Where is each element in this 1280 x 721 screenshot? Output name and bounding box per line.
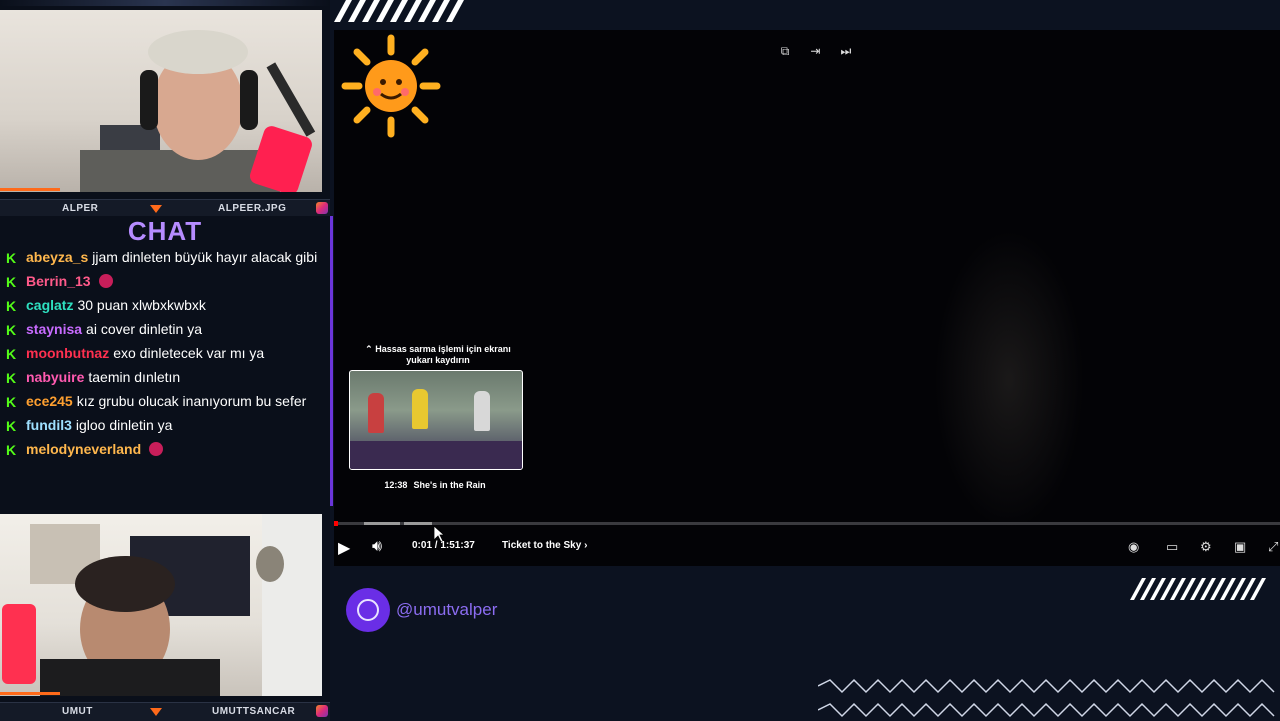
chat-username[interactable]: nabyuire xyxy=(26,369,84,385)
thumb-figure xyxy=(368,393,384,433)
webcam-top-frame xyxy=(0,0,330,6)
decorative-stripes-top xyxy=(334,0,464,22)
chat-title: CHAT xyxy=(127,216,203,246)
webcam-bottom-left-label: UMUT xyxy=(62,706,93,717)
decorative-zigzag xyxy=(818,678,1275,718)
chat-username[interactable]: abeyza_s xyxy=(26,249,88,265)
seek-preview-thumbnail xyxy=(349,370,523,470)
decorative-stripes-right xyxy=(1130,578,1266,600)
globe-icon xyxy=(346,588,390,632)
chevron-down-icon xyxy=(150,708,162,716)
chapter-title: Ticket to the Sky xyxy=(502,540,582,551)
instagram-icon xyxy=(316,705,328,717)
seek-hint: ⌃ Hassas sarma işlemi için ekranı yukarı… xyxy=(365,344,511,365)
subscriber-badge-icon xyxy=(98,274,113,288)
kick-badge-icon: K xyxy=(6,394,17,410)
kick-badge-icon: K xyxy=(6,346,17,362)
popout-icon[interactable]: ⧉ xyxy=(778,44,792,58)
kick-badge-icon: K xyxy=(6,322,17,338)
subtitles-icon[interactable]: ▭ xyxy=(1166,539,1178,555)
instagram-icon xyxy=(316,202,328,214)
kick-badge-icon: K xyxy=(6,274,17,290)
player-controls: ▶ 🔊︎ 0:01 / 1:51:37 Ticket to the Sky › … xyxy=(334,534,1280,560)
progress-chapter-segment xyxy=(364,522,400,525)
skip-next-icon[interactable]: ⏭ xyxy=(839,44,853,58)
thumb-stage xyxy=(350,441,522,469)
chat-panel: CHAT Kabeyza_s jjam dinleten büyük hayır … xyxy=(0,216,333,506)
chat-message: Kece245 kız grubu olucak inanıyorum bu se… xyxy=(6,392,318,410)
chat-username[interactable]: caglatz xyxy=(26,297,73,313)
chat-message: Knabyuire taemin dınletın xyxy=(6,368,318,386)
chat-username[interactable]: Berrin_13 xyxy=(26,273,91,289)
time-display: 0:01 / 1:51:37 xyxy=(412,540,475,551)
video-frame-figure xyxy=(934,230,1084,530)
enter-icon[interactable]: ⇥ xyxy=(808,44,822,58)
chat-text: 30 puan xlwbxkwbxk xyxy=(77,297,206,313)
theater-mode-icon[interactable]: ▣ xyxy=(1234,539,1246,555)
chat-username[interactable]: fundil3 xyxy=(26,417,72,433)
chat-username[interactable]: melodyneverland xyxy=(26,441,141,457)
chat-messages: Kabeyza_s jjam dinleten büyük hayır alaca… xyxy=(6,248,318,464)
webcam-top-right-label: ALPEER.JPG xyxy=(218,203,287,214)
fullscreen-icon[interactable]: ⤢ xyxy=(1268,539,1278,555)
webcam-alper-person xyxy=(80,30,316,192)
kick-badge-icon: K xyxy=(6,250,17,266)
kick-badge-icon: K xyxy=(6,298,17,314)
chat-message: Kmelodyneverland xyxy=(6,440,318,458)
social-handle-text: @umutvalper xyxy=(396,600,498,619)
webcam-bottom-accent xyxy=(0,692,60,695)
chat-username[interactable]: staynisa xyxy=(26,321,82,337)
webcam-umut-person xyxy=(2,514,322,696)
chat-text: exo dinletecek var mı ya xyxy=(113,345,265,361)
chat-text: ai cover dinletin ya xyxy=(86,321,202,337)
chapter-button[interactable]: Ticket to the Sky › xyxy=(502,540,587,551)
chat-username[interactable]: ece245 xyxy=(26,393,73,409)
chat-message: Kcaglatz 30 puan xlwbxkwbxk xyxy=(6,296,318,314)
chat-message: Kmoonbutnaz exo dinletecek var mı ya xyxy=(6,344,318,362)
seek-preview-time: 12:38 xyxy=(384,480,408,490)
webcam-top-accent xyxy=(0,188,60,191)
autoplay-toggle-icon[interactable]: ◉ xyxy=(1128,539,1139,555)
seek-preview-caption: 12:38 She's in the Rain xyxy=(349,480,521,490)
chat-message: Kstaynisa ai cover dinletin ya xyxy=(6,320,318,338)
chat-text: igloo dinletin ya xyxy=(75,417,173,433)
webcam-top-left-label: ALPER xyxy=(62,203,99,214)
chat-text: taemin dınletın xyxy=(88,369,181,385)
kick-badge-icon: K xyxy=(6,370,17,386)
webcam-umut xyxy=(0,514,322,696)
left-panel: ALPER ALPEER.JPG CHAT Kabeyza_s jjam dinl… xyxy=(0,0,333,721)
chat-text: jjam dinleten büyük hayır alacak gibi xyxy=(92,249,318,265)
chat-message: K Berrin_13 xyxy=(6,272,318,290)
webcam-alper xyxy=(0,10,322,192)
subscriber-badge-icon xyxy=(149,442,164,456)
thumb-figure xyxy=(474,391,490,431)
settings-gear-icon[interactable]: ⚙ xyxy=(1200,539,1212,555)
chat-text: kız grubu olucak inanıyorum bu sefer xyxy=(76,393,307,409)
progress-played xyxy=(334,521,338,526)
kick-badge-icon: K xyxy=(6,418,17,434)
chat-message: Kabeyza_s jjam dinleten büyük hayır alaca… xyxy=(6,248,318,266)
progress-chapter-segment xyxy=(404,522,432,525)
play-icon[interactable]: ▶ xyxy=(338,538,350,558)
webcam-bottom-right-label: UMUTTSANCAR xyxy=(212,706,296,717)
chat-message: Kfundil3 igloo dinletin ya xyxy=(6,416,318,434)
chat-username[interactable]: moonbutnaz xyxy=(26,345,109,361)
progress-bar[interactable] xyxy=(334,521,1280,526)
kick-badge-icon: K xyxy=(6,442,17,458)
webcam-bottom-namebar: UMUT UMUTTSANCAR xyxy=(0,702,330,721)
chevron-down-icon xyxy=(150,205,162,213)
player-top-controls: ⧉ ⇥ ⏭ xyxy=(778,42,865,60)
seek-preview-title: She's in the Rain xyxy=(413,480,486,490)
thumb-figure xyxy=(412,389,428,429)
sun-sticker-icon xyxy=(341,34,441,138)
volume-icon[interactable]: 🔊︎ xyxy=(372,538,382,556)
